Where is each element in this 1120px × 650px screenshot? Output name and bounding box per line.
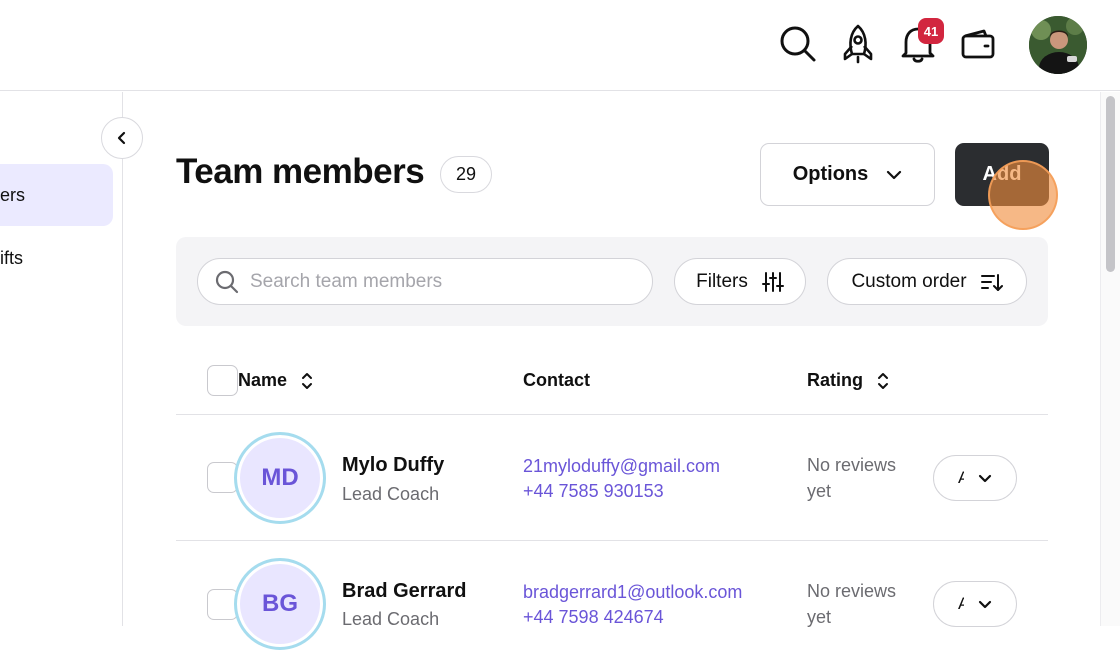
- search-icon: [215, 270, 239, 294]
- scrollbar-thumb[interactable]: [1106, 96, 1115, 272]
- options-button[interactable]: Options: [760, 143, 935, 206]
- options-label: Options: [792, 163, 869, 185]
- notification-badge: 41: [918, 18, 944, 44]
- wallet-icon[interactable]: [956, 22, 1000, 66]
- add-button[interactable]: Add: [955, 143, 1049, 206]
- top-bar: 41: [0, 0, 1120, 91]
- action-label: A: [958, 468, 964, 487]
- avatar: MD: [234, 432, 326, 524]
- sort-arrows-icon: [302, 372, 313, 389]
- sliders-icon: [761, 271, 784, 292]
- row-actions-button[interactable]: A: [933, 581, 1017, 627]
- rating-line: No reviews: [807, 455, 897, 475]
- sidebar-item-team-members[interactable]: ers: [0, 164, 113, 226]
- sidebar-item-label: ers: [0, 184, 26, 205]
- member-email[interactable]: 21myloduffy@gmail.com: [523, 456, 720, 477]
- rating-line: yet: [807, 481, 832, 501]
- user-avatar[interactable]: [1029, 16, 1087, 74]
- rating-line: yet: [807, 607, 832, 627]
- custom-order-button[interactable]: Custom order: [827, 258, 1027, 305]
- member-email[interactable]: bradgerrard1@outlook.com: [523, 582, 742, 603]
- member-phone[interactable]: +44 7598 424674: [523, 607, 664, 628]
- sidebar-item-shifts[interactable]: ifts: [0, 227, 113, 289]
- chevron-down-icon: [978, 474, 992, 482]
- collapse-sidebar-button[interactable]: [101, 117, 143, 159]
- action-label: A: [958, 594, 964, 613]
- chevron-down-icon: [887, 170, 902, 179]
- custom-order-label: Custom order: [851, 270, 967, 292]
- header-divider: [176, 414, 1048, 415]
- rocket-icon[interactable]: [836, 22, 880, 66]
- member-role: Lead Coach: [342, 484, 440, 504]
- page-title: Team members: [176, 152, 425, 191]
- member-name[interactable]: Mylo Duffy: [342, 454, 444, 477]
- member-rating: No reviews yet: [807, 452, 917, 504]
- avatar: BG: [234, 558, 326, 650]
- search-icon[interactable]: [776, 22, 820, 66]
- row-divider: [176, 540, 1048, 541]
- chevron-down-icon: [978, 600, 992, 608]
- select-all-checkbox[interactable]: [207, 365, 238, 396]
- member-rating: No reviews yet: [807, 578, 917, 630]
- rating-line: No reviews: [807, 581, 897, 601]
- rating-header-label: Rating: [807, 370, 863, 390]
- member-count-badge: 29: [440, 156, 492, 193]
- member-name[interactable]: Brad Gerrard: [342, 580, 467, 603]
- filters-label: Filters: [696, 270, 748, 292]
- contact-header-label: Contact: [523, 370, 590, 390]
- member-phone[interactable]: +44 7585 930153: [523, 481, 664, 502]
- row-actions-button[interactable]: A: [933, 455, 1017, 501]
- member-role: Lead Coach: [342, 609, 440, 629]
- sidebar: ers ifts: [0, 92, 123, 626]
- sort-arrows-icon: [878, 372, 888, 389]
- name-column-header[interactable]: Name: [238, 370, 313, 391]
- filters-button[interactable]: Filters: [674, 258, 806, 305]
- rating-column-header[interactable]: Rating: [807, 370, 889, 391]
- search-input[interactable]: [250, 270, 630, 293]
- sort-icon: [980, 273, 1003, 291]
- sidebar-item-label: ifts: [0, 247, 24, 268]
- contact-column-header: Contact: [523, 370, 590, 391]
- search-field[interactable]: [197, 258, 653, 305]
- name-header-label: Name: [238, 370, 288, 390]
- chevron-left-icon: [117, 131, 126, 145]
